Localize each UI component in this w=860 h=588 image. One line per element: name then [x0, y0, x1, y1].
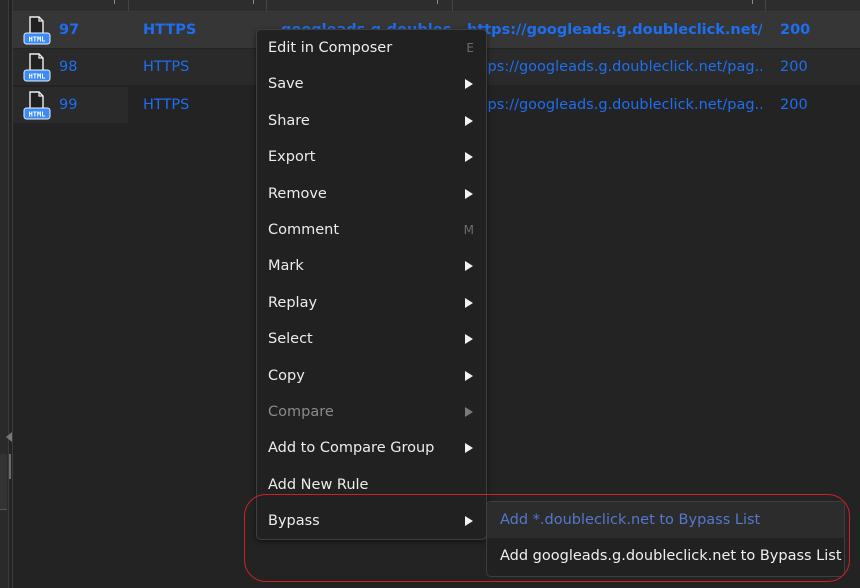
menu-item-add-new-rule[interactable]: Add New Rule [257, 467, 486, 503]
column-divider[interactable] [765, 0, 766, 11]
sort-indicator [114, 0, 115, 4]
html-badge-text: HTML [29, 73, 46, 81]
submenu-arrow-icon [465, 188, 473, 199]
session-protocol: HTTPS [143, 97, 190, 113]
menu-item-label: Comment [268, 222, 340, 238]
menu-item-label: Bypass [268, 513, 320, 530]
menu-item-copy[interactable]: Copy [257, 358, 486, 394]
menu-item-label: Copy [268, 367, 305, 384]
menu-item-select[interactable]: Select [257, 321, 486, 357]
sort-indicator [437, 0, 438, 4]
menu-item-label: Select [268, 331, 313, 348]
menu-item-label: Share [268, 112, 310, 129]
bypass-wildcard-domain-item[interactable]: Add *.doubleclick.net to Bypass List [487, 502, 844, 538]
shortcut-key: M [463, 223, 474, 237]
session-result: 200 [780, 97, 808, 113]
submenu-arrow-icon [465, 79, 473, 90]
menu-item-remove[interactable]: Remove [257, 176, 486, 212]
collapse-arrow-icon[interactable] [6, 432, 12, 442]
html-file-icon: HTML [23, 91, 51, 120]
bypass-submenu: Add *.doubleclick.net to Bypass List Add … [486, 501, 845, 577]
sort-indicator [253, 0, 254, 4]
menu-item-label: Remove [268, 185, 327, 202]
menu-item-label: Edit in Composer [268, 40, 393, 56]
session-id: 97 [59, 22, 80, 38]
menu-item-add-to-compare-group[interactable]: Add to Compare Group [257, 430, 486, 466]
sort-indicator [752, 0, 753, 4]
bypass-host-item[interactable]: Add googleads.g.doubleclick.net to Bypas… [487, 538, 844, 574]
menu-item-bypass[interactable]: Bypass [257, 503, 486, 539]
menu-item-share[interactable]: Share [257, 103, 486, 139]
submenu-arrow-icon [465, 261, 473, 272]
submenu-item-label: Add *.doubleclick.net to Bypass List [500, 512, 761, 528]
html-file-icon: HTML [23, 53, 51, 82]
session-id: 99 [59, 97, 78, 113]
session-protocol: HTTPS [143, 22, 197, 38]
left-panel-tab [0, 454, 7, 510]
menu-item-label: Add to Compare Group [268, 440, 435, 457]
html-badge-text: HTML [29, 36, 46, 44]
submenu-item-label: Add googleads.g.doubleclick.net to Bypas… [500, 548, 842, 564]
session-protocol: HTTPS [143, 59, 190, 75]
submenu-arrow-icon [465, 152, 473, 163]
shortcut-key: E [466, 41, 474, 55]
session-result: 200 [780, 59, 808, 75]
submenu-arrow-icon [465, 370, 473, 381]
column-header-bar [13, 0, 860, 12]
splitter-handle[interactable] [9, 454, 11, 479]
menu-item-label: Mark [268, 258, 304, 275]
html-file-icon: HTML [23, 16, 51, 45]
submenu-arrow-icon [465, 407, 473, 417]
menu-item-compare: Compare [257, 394, 486, 430]
html-badge-text: HTML [29, 111, 46, 119]
menu-item-replay[interactable]: Replay [257, 285, 486, 321]
session-url: https://googleads.g.doubleclick.net/pag.… [467, 97, 762, 113]
submenu-arrow-icon [465, 115, 473, 126]
submenu-arrow-icon [465, 443, 473, 454]
menu-item-label: Export [268, 149, 316, 166]
session-id: 98 [59, 59, 78, 75]
session-result: 200 [780, 22, 811, 38]
menu-item-label: Add New Rule [268, 476, 369, 493]
session-url: https://googleads.g.doubleclick.net/pa..… [467, 22, 762, 38]
submenu-arrow-icon [465, 297, 473, 308]
menu-item-label: Save [268, 76, 304, 93]
menu-item-save[interactable]: Save [257, 66, 486, 102]
column-divider[interactable] [452, 0, 453, 11]
menu-item-edit-in-composer[interactable]: Edit in Composer E [257, 30, 486, 66]
submenu-arrow-icon [465, 516, 473, 527]
session-url: https://googleads.g.doubleclick.net/pag.… [467, 59, 762, 75]
context-menu: Edit in Composer E Save Share Export Remove Co… [256, 29, 487, 540]
menu-item-comment[interactable]: Comment M [257, 212, 486, 248]
submenu-arrow-icon [465, 334, 473, 345]
menu-item-mark[interactable]: Mark [257, 248, 486, 284]
menu-item-label: Replay [268, 294, 318, 311]
column-divider[interactable] [128, 0, 129, 11]
column-divider[interactable] [266, 0, 267, 11]
menu-item-label: Compare [268, 404, 334, 420]
menu-item-export[interactable]: Export [257, 139, 486, 175]
